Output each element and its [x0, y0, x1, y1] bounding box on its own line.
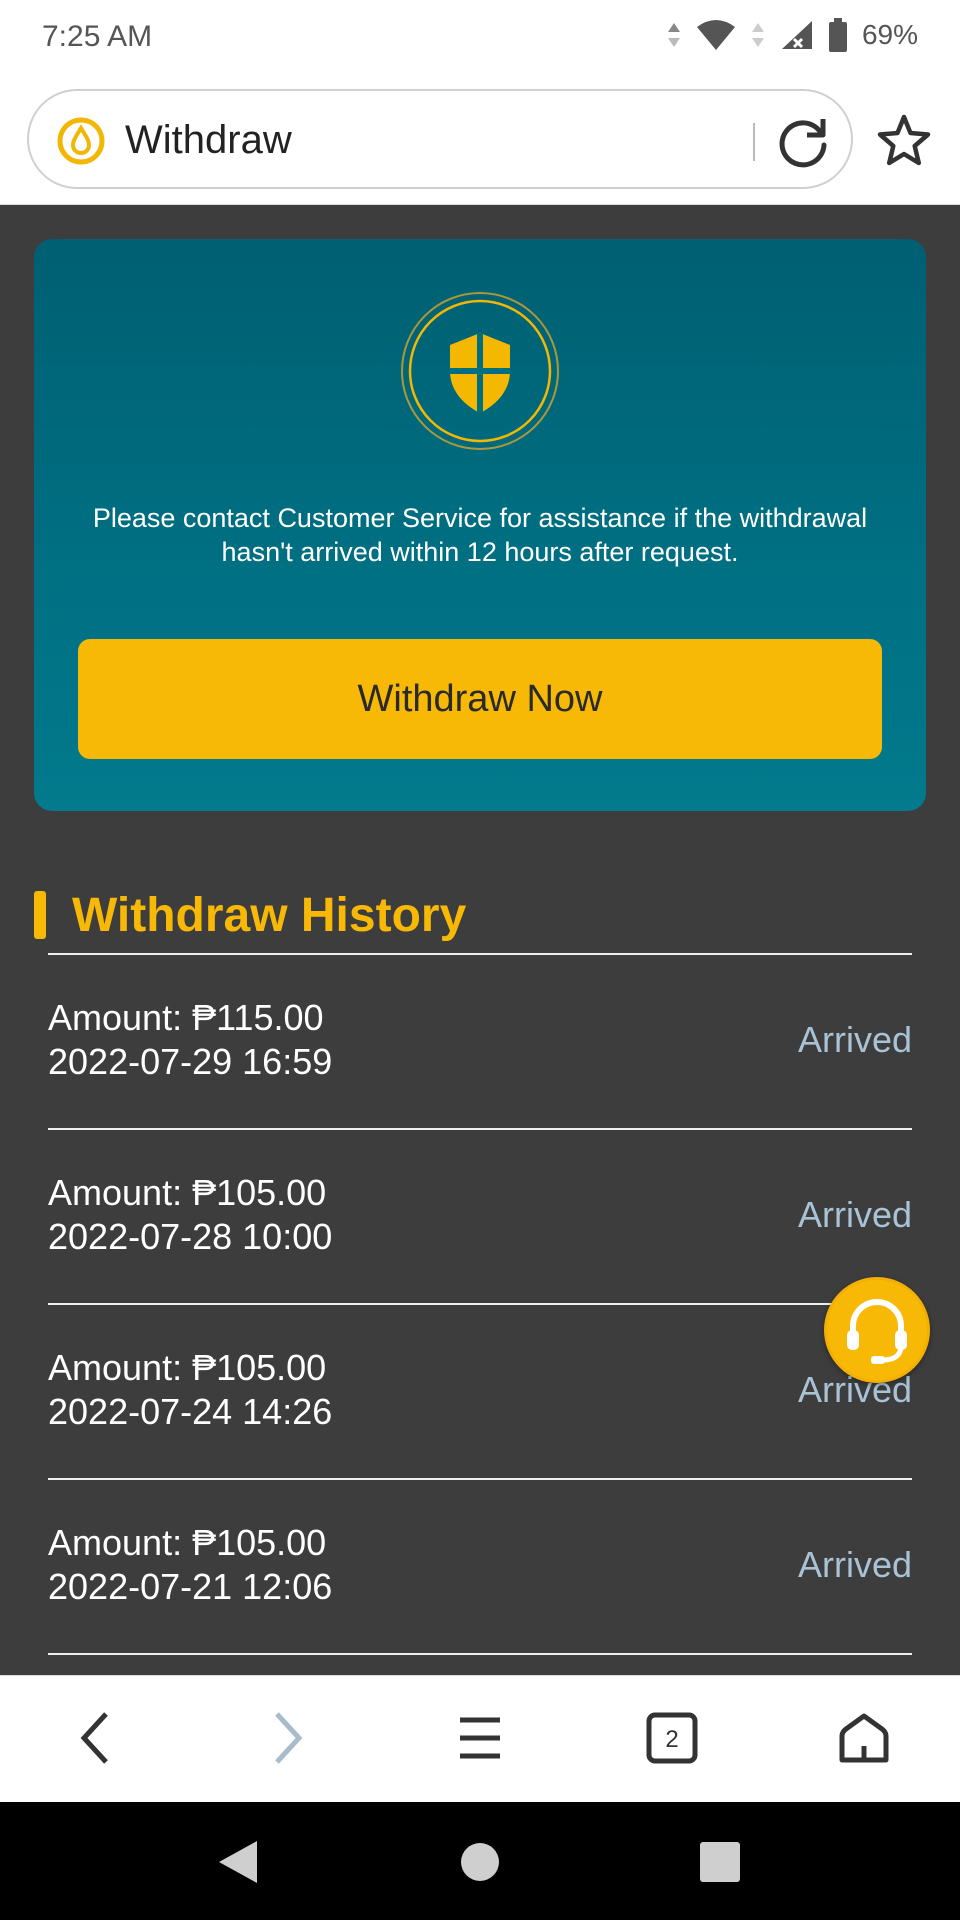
tabs-icon: 2	[646, 1712, 698, 1764]
system-navigation-bar	[0, 1802, 960, 1920]
site-drop-icon	[57, 117, 105, 165]
withdraw-notice: Please contact Customer Service for assi…	[92, 503, 868, 567]
data-transfer-icon-2	[750, 22, 766, 48]
menu-button[interactable]	[448, 1706, 512, 1770]
withdraw-card: Please contact Customer Service for assi…	[34, 239, 926, 811]
star-icon[interactable]	[876, 113, 932, 169]
history-accent-bar	[34, 891, 46, 939]
page-content: Please contact Customer Service for assi…	[0, 205, 960, 1675]
circle-home-icon	[461, 1843, 499, 1881]
reload-icon[interactable]	[775, 113, 833, 171]
history-list: Amount: ₱115.00 2022-07-29 16:59 Arrived…	[48, 955, 912, 1655]
row-status: Arrived	[797, 1194, 912, 1235]
chevron-left-icon	[80, 1712, 108, 1764]
battery-icon	[828, 18, 848, 52]
history-row: Amount: ₱105.00 2022-07-28 10:00 Arrived	[48, 1130, 912, 1305]
square-recents-icon	[700, 1842, 740, 1882]
row-date: 2022-07-21 12:06	[48, 1566, 333, 1607]
status-time: 7:25 AM	[42, 20, 153, 53]
status-icons: 69%	[666, 18, 918, 52]
battery-percent: 69%	[861, 19, 918, 50]
tab-count: 2	[665, 1726, 678, 1753]
system-recents-button[interactable]	[688, 1830, 752, 1894]
row-amount: Amount: ₱105.00	[48, 1172, 327, 1213]
home-button[interactable]	[832, 1706, 896, 1770]
headset-icon	[847, 1299, 907, 1364]
history-row: Amount: ₱105.00 2022-07-24 14:26 Arrived	[48, 1305, 912, 1480]
status-bar: 7:25 AM 69%	[0, 0, 960, 75]
triangle-back-icon	[219, 1841, 257, 1883]
system-home-button[interactable]	[448, 1830, 512, 1894]
url-field[interactable]: Withdraw	[27, 89, 853, 189]
history-row: Amount: ₱105.00 2022-07-21 12:06 Arrived	[48, 1480, 912, 1655]
browser-toolbar: 2	[0, 1675, 960, 1802]
row-date: 2022-07-24 14:26	[48, 1391, 333, 1432]
page-title: Withdraw	[125, 118, 292, 162]
cell-signal-icon	[780, 19, 814, 51]
hamburger-icon	[460, 1717, 500, 1759]
history-header: Withdraw History	[34, 885, 466, 945]
row-date: 2022-07-28 10:00	[48, 1216, 333, 1257]
tabs-button[interactable]: 2	[640, 1706, 704, 1770]
row-amount: Amount: ₱105.00	[48, 1347, 327, 1388]
row-status: Arrived	[797, 1019, 912, 1060]
wifi-icon	[696, 19, 736, 51]
chevron-right-icon	[275, 1712, 303, 1764]
row-amount: Amount: ₱115.00	[48, 997, 324, 1038]
history-title: Withdraw History	[72, 888, 467, 942]
forward-button[interactable]	[255, 1706, 319, 1770]
withdraw-now-button[interactable]: Withdraw Now	[78, 639, 882, 759]
back-button[interactable]	[64, 1706, 128, 1770]
history-row: Amount: ₱115.00 2022-07-29 16:59 Arrived	[48, 955, 912, 1130]
row-status: Arrived	[797, 1544, 912, 1585]
row-date: 2022-07-29 16:59	[48, 1041, 333, 1082]
data-transfer-icon	[666, 22, 682, 48]
home-icon	[839, 1713, 889, 1763]
browser-address-bar: Withdraw	[0, 75, 960, 205]
url-divider	[753, 123, 755, 161]
customer-service-button[interactable]	[824, 1277, 930, 1383]
shield-icon	[400, 291, 560, 451]
system-back-button[interactable]	[206, 1830, 270, 1894]
row-amount: Amount: ₱105.00	[48, 1522, 327, 1563]
